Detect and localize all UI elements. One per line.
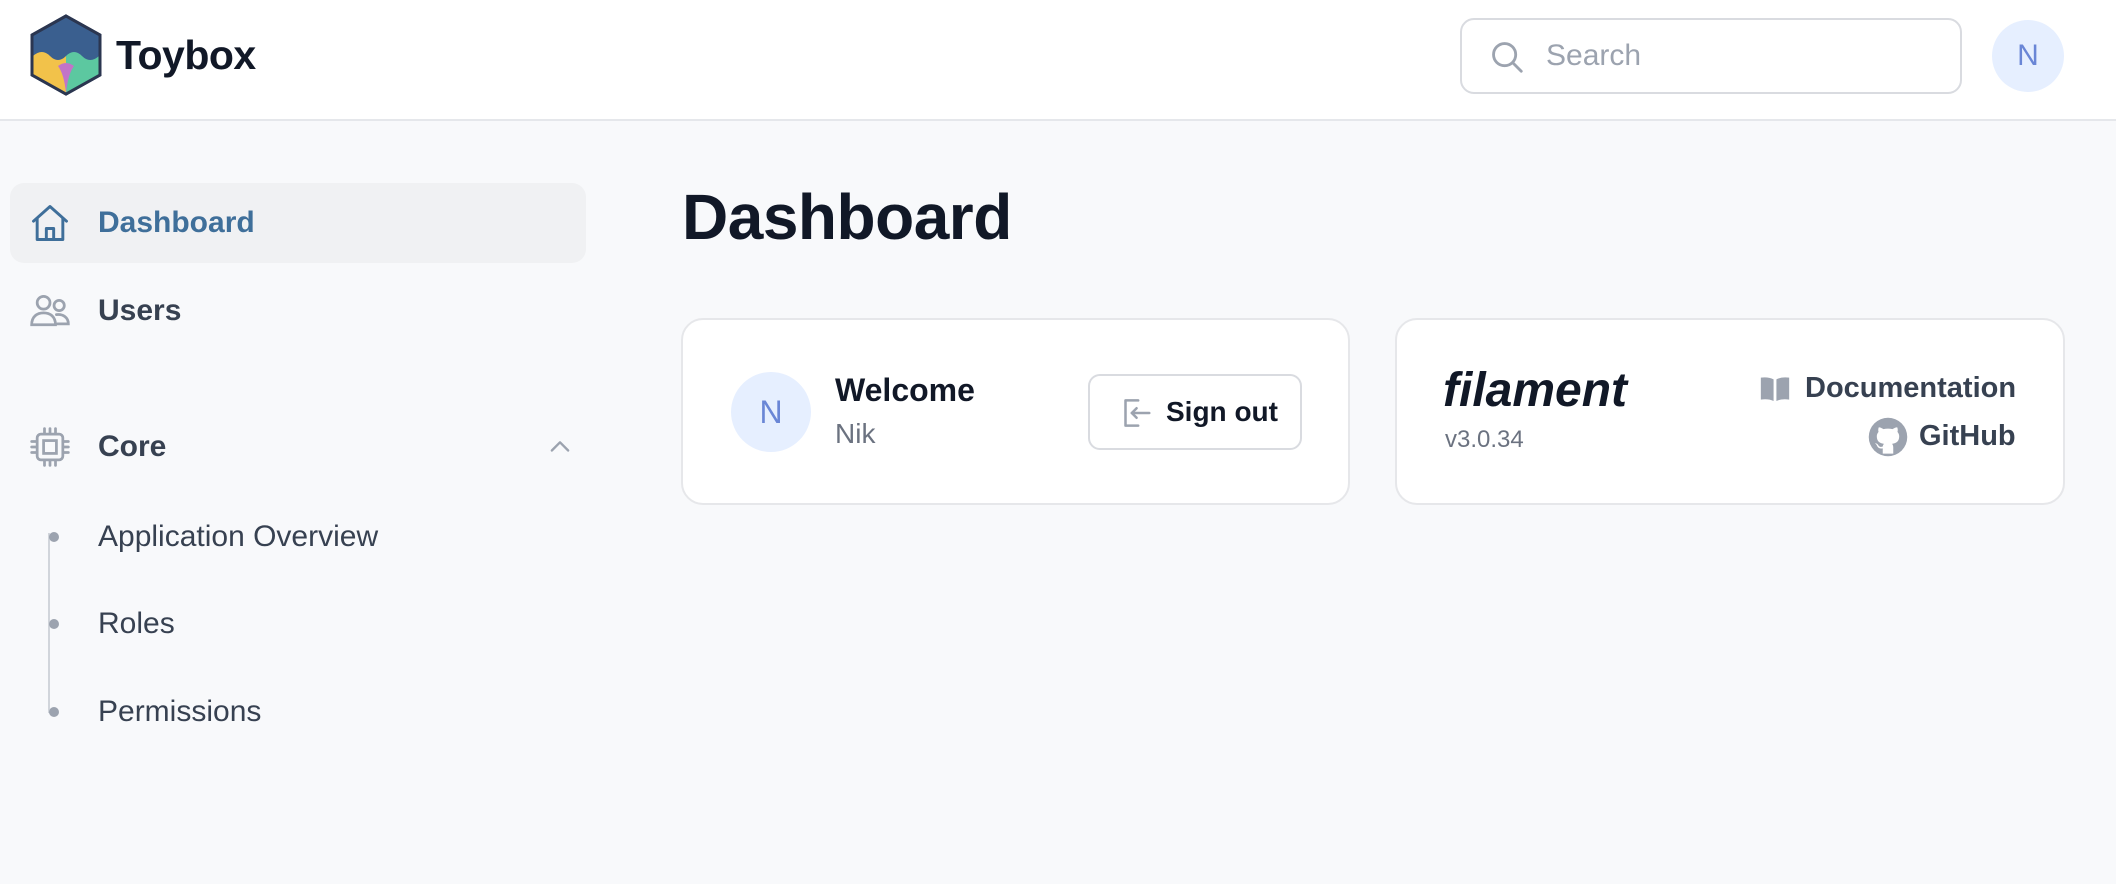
toybox-logo-icon bbox=[30, 14, 102, 96]
sidebar-group-label: Core bbox=[98, 430, 167, 463]
welcome-user-name: Nik bbox=[835, 418, 876, 449]
cpu-chip-icon bbox=[30, 427, 70, 467]
filament-logo: filament bbox=[1443, 364, 1629, 416]
sign-out-label: Sign out bbox=[1166, 396, 1278, 427]
subnav-dot bbox=[49, 707, 59, 717]
sidebar-item-label: Permissions bbox=[98, 695, 262, 728]
top-bar: Toybox N bbox=[0, 0, 2116, 121]
subnav-dot bbox=[49, 619, 59, 629]
sign-out-icon bbox=[1124, 399, 1151, 427]
page-title: Dashboard bbox=[682, 181, 1012, 253]
user-avatar[interactable]: N bbox=[1992, 20, 2064, 92]
search-box[interactable] bbox=[1460, 18, 1962, 94]
welcome-title: Welcome bbox=[835, 372, 975, 408]
sidebar-item-label: Users bbox=[98, 294, 182, 327]
sign-out-button[interactable]: Sign out bbox=[1088, 374, 1302, 450]
sidebar-item-permissions[interactable]: Permissions bbox=[10, 677, 586, 747]
avatar: N bbox=[731, 372, 811, 452]
sidebar: Dashboard Users Core Application Overvie… bbox=[0, 121, 618, 884]
search-input[interactable] bbox=[1544, 20, 1944, 92]
filament-info-card: filament v3.0.34 Documentation GitHub bbox=[1395, 318, 2065, 505]
book-open-icon bbox=[1760, 377, 1790, 402]
sidebar-item-label: Application Overview bbox=[98, 520, 379, 553]
chevron-up-icon[interactable] bbox=[546, 433, 574, 461]
users-icon bbox=[30, 294, 70, 327]
search-icon bbox=[1492, 42, 1523, 73]
app-name: Toybox bbox=[116, 31, 256, 78]
brand[interactable]: Toybox bbox=[28, 14, 256, 96]
welcome-card: N Welcome Nik Sign out bbox=[681, 318, 1350, 505]
documentation-label: Documentation bbox=[1805, 372, 2017, 404]
sidebar-item-label: Dashboard bbox=[98, 206, 255, 239]
sidebar-item-users[interactable]: Users bbox=[10, 271, 586, 351]
github-icon bbox=[1868, 417, 1908, 457]
sidebar-group-core[interactable]: Core bbox=[10, 407, 586, 487]
home-icon bbox=[32, 205, 68, 241]
sidebar-item-dashboard[interactable]: Dashboard bbox=[10, 183, 586, 263]
sidebar-item-roles[interactable]: Roles bbox=[10, 589, 586, 659]
github-label: GitHub bbox=[1919, 420, 2016, 452]
documentation-link[interactable]: Documentation bbox=[1757, 370, 2019, 410]
github-link[interactable]: GitHub bbox=[1867, 416, 2019, 460]
sidebar-item-application-overview[interactable]: Application Overview bbox=[10, 502, 586, 572]
filament-logo-text: filament bbox=[1443, 364, 1629, 416]
filament-version: v3.0.34 bbox=[1445, 426, 1524, 453]
sidebar-item-label: Roles bbox=[98, 607, 175, 640]
subnav-dot bbox=[49, 532, 59, 542]
